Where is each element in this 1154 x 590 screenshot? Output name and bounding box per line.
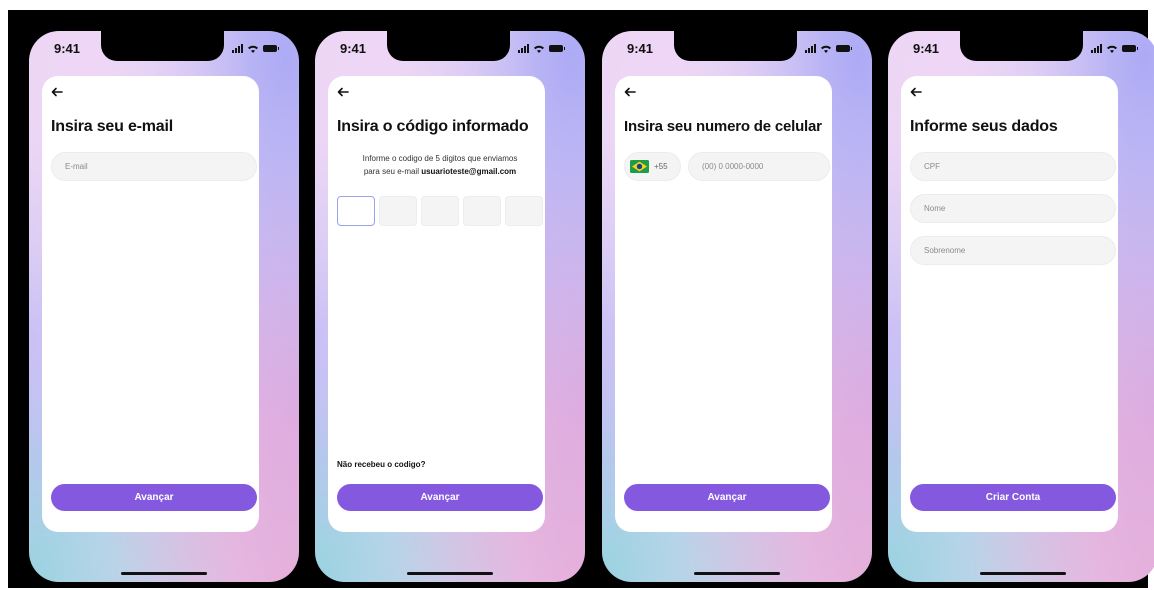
battery-icon (836, 45, 852, 52)
back-arrow-icon[interactable] (910, 87, 922, 97)
phone-notch (101, 31, 224, 61)
signal-icon (805, 44, 816, 53)
first-name-field[interactable]: Nome (910, 194, 1116, 223)
create-account-button[interactable]: Criar Conta (910, 484, 1116, 511)
signal-icon (232, 44, 243, 53)
back-arrow-icon[interactable] (51, 87, 63, 97)
form-card: Insira o código informado Informe o codi… (328, 76, 545, 532)
next-button[interactable]: Avançar (624, 484, 830, 511)
phone-notch (960, 31, 1083, 61)
code-digit-1[interactable] (337, 196, 375, 226)
battery-icon (549, 45, 565, 52)
home-indicator (980, 572, 1066, 575)
home-indicator (407, 572, 493, 575)
back-arrow-icon[interactable] (337, 87, 349, 97)
canvas: 9:41 Insira seu e-mail E-mail Avançar 9:… (8, 10, 1154, 588)
wifi-icon (248, 45, 258, 53)
code-digit-2[interactable] (379, 196, 417, 226)
instructions-line1: Informe o codigo de 5 digitos que enviam… (362, 154, 518, 163)
signal-icon (518, 44, 529, 53)
cpf-field[interactable]: CPF (910, 152, 1116, 181)
page-title: Insira o código informado (337, 118, 529, 135)
battery-icon (1122, 45, 1138, 52)
wifi-icon (1107, 45, 1117, 53)
phone-code-screen: 9:41 Insira o código informado Informe o… (315, 31, 585, 582)
form-card: Insira seu numero de celular +55 (00) 0 … (615, 76, 832, 532)
brazil-flag-icon (630, 160, 649, 173)
phone-email-screen: 9:41 Insira seu e-mail E-mail Avançar (29, 31, 299, 582)
signal-icon (1091, 44, 1102, 53)
page-title: Insira seu numero de celular (624, 118, 822, 135)
wifi-icon (534, 45, 544, 53)
phone-details-screen: 9:41 Informe seus dados CPF Nome Sobreno… (888, 31, 1154, 582)
instructions-line2: para seu e-mail (363, 167, 422, 176)
status-time: 9:41 (54, 41, 81, 56)
next-button[interactable]: Avançar (337, 484, 543, 511)
home-indicator (694, 572, 780, 575)
code-digit-3[interactable] (421, 196, 459, 226)
country-code-selector[interactable]: +55 (624, 152, 681, 181)
status-icons (518, 44, 565, 53)
status-time: 9:41 (340, 41, 367, 56)
status-icons (1091, 44, 1138, 53)
status-icons (232, 44, 279, 53)
wifi-icon (821, 45, 831, 53)
battery-icon (263, 45, 279, 52)
resend-code-link[interactable]: Não recebeu o codigo? (337, 460, 425, 469)
phone-field[interactable]: (00) 0 0000-0000 (688, 152, 830, 181)
code-digit-5[interactable] (505, 196, 543, 226)
page-title: Informe seus dados (910, 118, 1058, 135)
status-time: 9:41 (913, 41, 940, 56)
user-email: usuarioteste@gmail.com (421, 167, 517, 176)
form-card: Informe seus dados CPF Nome Sobrenome Cr… (901, 76, 1118, 532)
code-instructions: Informe o codigo de 5 digitos que enviam… (337, 152, 543, 178)
home-indicator (121, 572, 207, 575)
phone-number-screen: 9:41 Insira seu numero de celular +55 (0… (602, 31, 872, 582)
status-time: 9:41 (627, 41, 654, 56)
status-icons (805, 44, 852, 53)
code-digit-4[interactable] (463, 196, 501, 226)
phone-notch (387, 31, 510, 61)
last-name-field[interactable]: Sobrenome (910, 236, 1116, 265)
next-button[interactable]: Avançar (51, 484, 257, 511)
form-card: Insira seu e-mail E-mail Avançar (42, 76, 259, 532)
back-arrow-icon[interactable] (624, 87, 636, 97)
country-code: +55 (654, 162, 668, 171)
phone-notch (674, 31, 797, 61)
page-title: Insira seu e-mail (51, 118, 173, 135)
email-field[interactable]: E-mail (51, 152, 257, 181)
